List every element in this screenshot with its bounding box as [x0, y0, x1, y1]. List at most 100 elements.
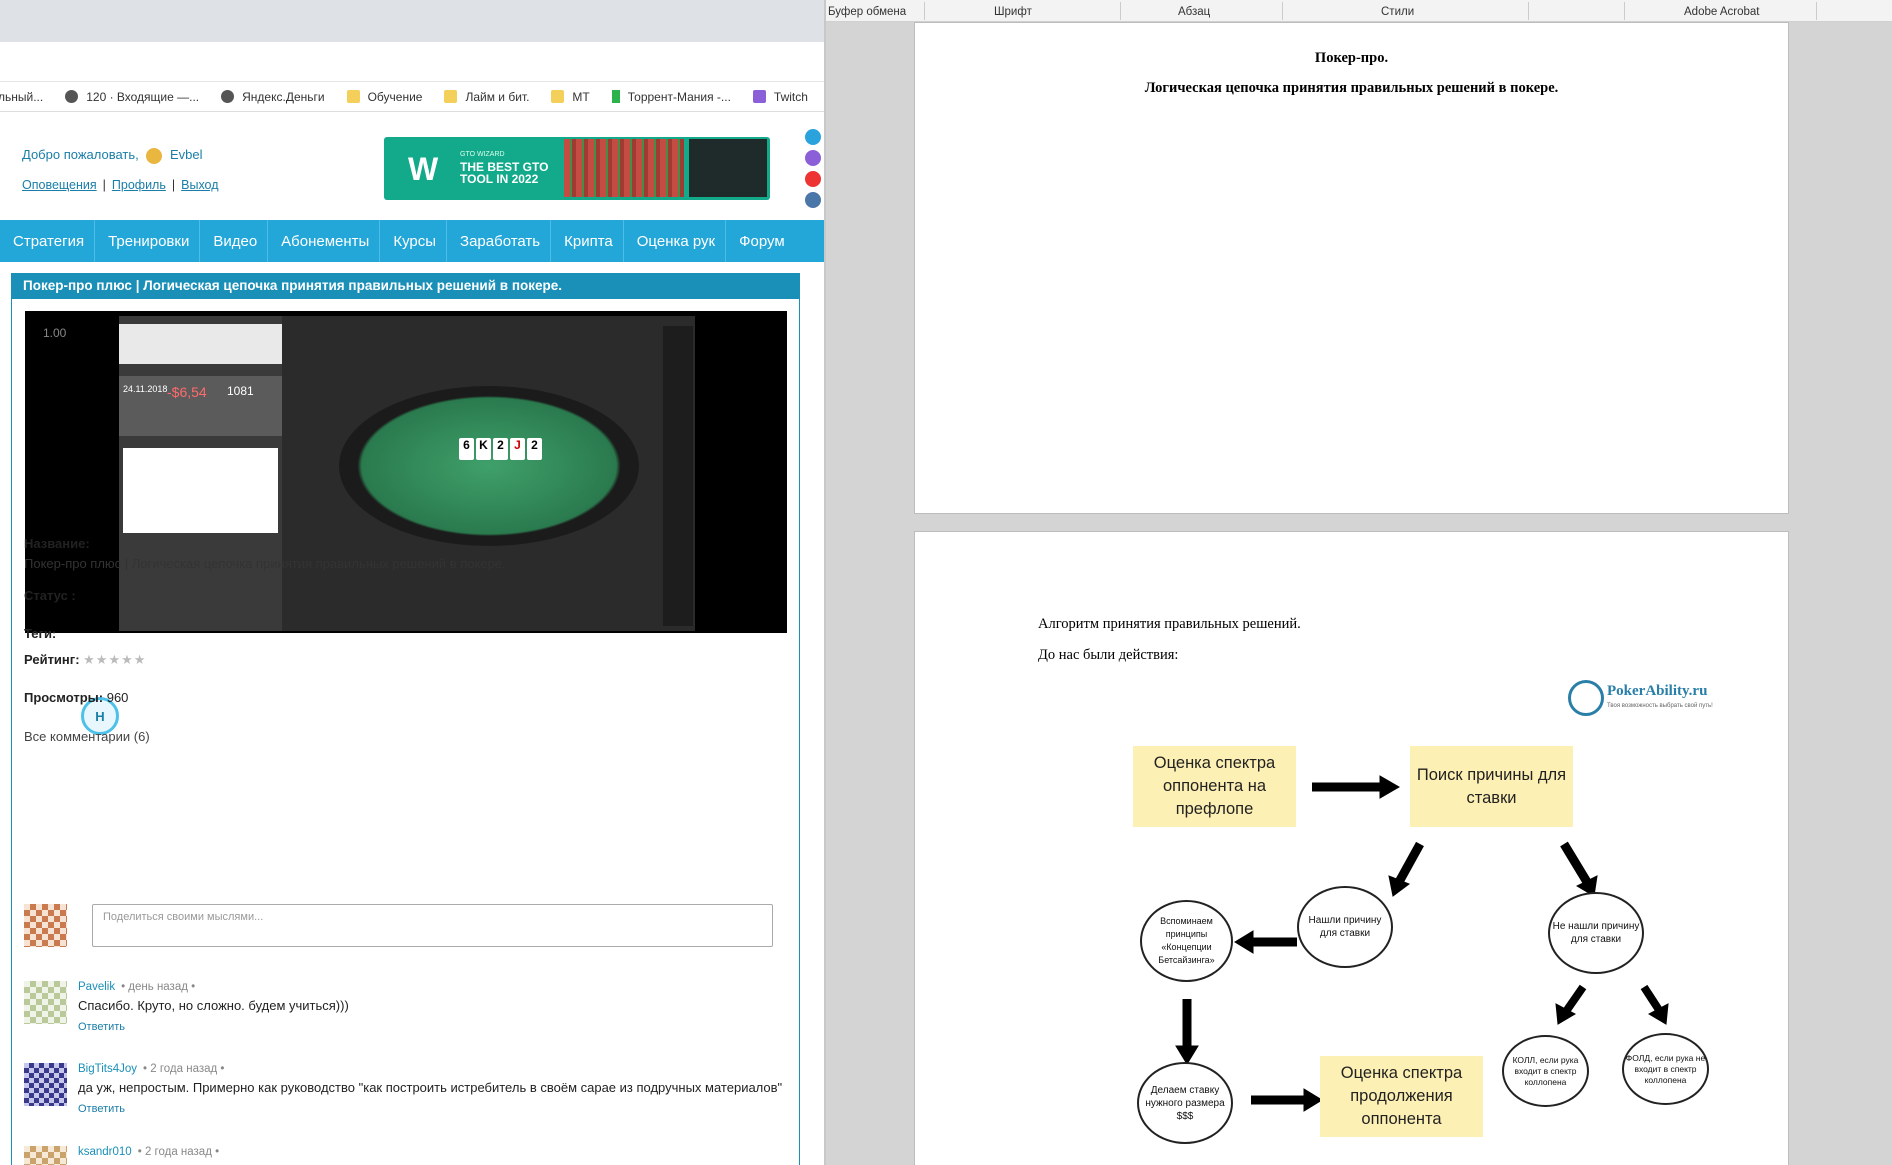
name-label: Название: [24, 536, 90, 551]
bookmarks-bar: льный... 120 · Входящие —... Яндекс.День… [0, 82, 824, 112]
avatar [24, 981, 67, 1024]
flow-bubble-call: КОЛЛ, если рука входит в спектр коллопен… [1502, 1035, 1589, 1107]
banner-subtitle: GTO WIZARD [460, 151, 505, 158]
reply-link[interactable]: Ответить [78, 1021, 125, 1033]
site-header: Добро пожаловать, Evbel Оповещения | Профи… [0, 112, 824, 220]
main-nav: Стратегия Тренировки Видео Абонементы Ку… [0, 220, 824, 262]
flow-box-continuation-range: Оценка спектра продолжения оппонента [1320, 1056, 1483, 1137]
board-cards: 6 K 2 J 2 [459, 438, 542, 460]
comments-header: Все комментарии (6) [24, 729, 150, 744]
bookmark-item[interactable]: Обучение [346, 90, 422, 104]
rating: Рейтинг: ★★★★★ [24, 652, 147, 667]
ribbon-adobe-acrobat[interactable]: Adobe Acrobat [1684, 6, 1759, 18]
poker-table [339, 386, 639, 546]
globe-icon [221, 90, 235, 103]
profit-graph [123, 448, 278, 533]
comment-input[interactable]: Поделиться своими мыслями... [92, 904, 773, 947]
twitch-icon[interactable] [805, 150, 821, 166]
folder-icon [346, 90, 360, 103]
user-links: Оповещения | Профиль | Выход [22, 178, 219, 192]
ribbon-group-labels: Буфер обмена Шрифт Абзац Стили Adobe Acr… [826, 0, 1892, 22]
content-title: Покер-про плюс | Логическая цепочка прин… [12, 274, 799, 299]
torrent-icon [611, 90, 620, 103]
comment-text: Спасибо. Круто, но сложно. будем учиться… [78, 998, 349, 1013]
ribbon-font[interactable]: Шрифт [994, 6, 1032, 18]
board-card: 2 [527, 438, 542, 460]
logout-link[interactable]: Выход [181, 178, 218, 192]
avatar [24, 1063, 67, 1106]
comment-text: да уж, непростым. Примерно как руководст… [78, 1080, 783, 1095]
flow-bubble-make-bet: Делаем ставку нужного размера $$$ [1137, 1062, 1233, 1144]
profile-link[interactable]: Профиль [112, 178, 166, 192]
nav-item-training[interactable]: Тренировки [95, 220, 201, 262]
twitch-icon [752, 90, 766, 103]
bookmark-item[interactable]: Торрент-Мания -... [611, 90, 731, 104]
banner-headline: THE BEST GTO TOOL IN 2022 [460, 160, 549, 186]
vk-icon[interactable] [805, 192, 821, 208]
nav-item-strategy[interactable]: Стратегия [0, 220, 96, 262]
bookmark-item[interactable]: Twitch [752, 90, 808, 104]
nav-item-hand-review[interactable]: Оценка рук [624, 220, 727, 262]
nav-item-courses[interactable]: Курсы [380, 220, 448, 262]
board-card: 2 [493, 438, 508, 460]
ribbon-styles[interactable]: Стили [1381, 6, 1414, 18]
document-page[interactable]: Алгоритм принятия правильных решений. До… [914, 531, 1789, 1165]
banner-range-grid [564, 139, 684, 197]
globe-icon [65, 90, 79, 103]
comment-author: BigTits4Joy • 2 года назад • [78, 1063, 225, 1075]
nav-item-earn[interactable]: Заработать [447, 220, 552, 262]
gto-wizard-logo: W [408, 151, 439, 187]
nav-item-video[interactable]: Видео [200, 220, 269, 262]
tracker-panel: 24.11.2018 -$6,54 1081 [119, 316, 282, 631]
ad-banner[interactable]: W GTO WIZARD THE BEST GTO TOOL IN 2022 [384, 137, 770, 200]
tags-label: Теги: [24, 626, 57, 641]
bookmark-item[interactable]: 120 · Входящие —... [65, 90, 199, 104]
tab-strip [0, 0, 824, 42]
browser-window: льный... 120 · Входящие —... Яндекс.День… [0, 0, 824, 1165]
board-card: K [476, 438, 491, 460]
scrollbar[interactable] [663, 326, 693, 626]
video-timestamp: 1.00 [43, 326, 67, 340]
folder-icon [551, 90, 565, 103]
board-card: 6 [459, 438, 474, 460]
flow-bubble-found-reason: Нашли причину для ставки [1297, 886, 1393, 968]
content-box: Покер-про плюс | Логическая цепочка прин… [11, 273, 800, 1165]
views: Просмотры: 960 [24, 690, 129, 705]
address-bar[interactable] [0, 42, 824, 82]
username-link[interactable]: Evbel [170, 147, 203, 162]
doc-subtitle: Логическая цепочка принятия правильных р… [1144, 80, 1559, 96]
avatar [24, 1146, 67, 1165]
nav-item-forum[interactable]: Форум [726, 220, 795, 262]
notifications-link[interactable]: Оповещения [22, 178, 97, 192]
telegram-icon[interactable] [805, 129, 821, 145]
word-window: Буфер обмена Шрифт Абзац Стили Adobe Acr… [826, 0, 1892, 1165]
stats-summary: 24.11.2018 -$6,54 1081 [119, 376, 282, 436]
bookmark-item[interactable]: льный... [0, 90, 43, 104]
nav-item-crypto[interactable]: Крипта [551, 220, 624, 262]
flow-bubble-recall-principles: Вспоминаем принципы «Концепции Бетсайзин… [1140, 900, 1233, 982]
status-label: Статус : [24, 588, 76, 603]
flow-bubble-no-reason: Не нашли причину для ставки [1548, 892, 1644, 974]
comment-author: ksandr010 • 2 года назад • [78, 1146, 220, 1158]
document-page[interactable]: Покер-про. Логическая цепочка принятия п… [914, 22, 1789, 514]
bookmark-item[interactable]: МТ [551, 90, 590, 104]
folder-icon [444, 90, 458, 103]
reply-link[interactable]: Ответить [78, 1103, 125, 1115]
flow-bubble-fold: ФОЛД, если рука не входит в спектр колло… [1622, 1033, 1709, 1105]
banner-stats-panel [689, 139, 767, 197]
video-screen: 24.11.2018 -$6,54 1081 6 K 2 J 2 [119, 316, 695, 631]
video-player[interactable]: 1.00 24.11.2018 -$6,54 1081 6 K 2 J 2 [25, 311, 787, 633]
youtube-icon[interactable] [805, 171, 821, 187]
bookmark-item[interactable]: Лайм и бит. [444, 90, 529, 104]
nav-item-subscriptions[interactable]: Абонементы [268, 220, 381, 262]
name-value: Покер-про плюс | Логическая цепочка прин… [24, 556, 506, 571]
ribbon-paragraph[interactable]: Абзац [1178, 6, 1210, 18]
comment-author: Pavelik • день назад • [78, 981, 196, 993]
ribbon-clipboard[interactable]: Буфер обмена [828, 6, 906, 18]
bookmark-item[interactable]: Яндекс.Деньги [221, 90, 325, 104]
board-card: J [510, 438, 525, 460]
coin-icon [146, 147, 163, 164]
rating-stars[interactable]: ★★★★★ [83, 652, 146, 667]
avatar [24, 904, 67, 947]
welcome-text: Добро пожаловать, Evbel [22, 147, 203, 164]
